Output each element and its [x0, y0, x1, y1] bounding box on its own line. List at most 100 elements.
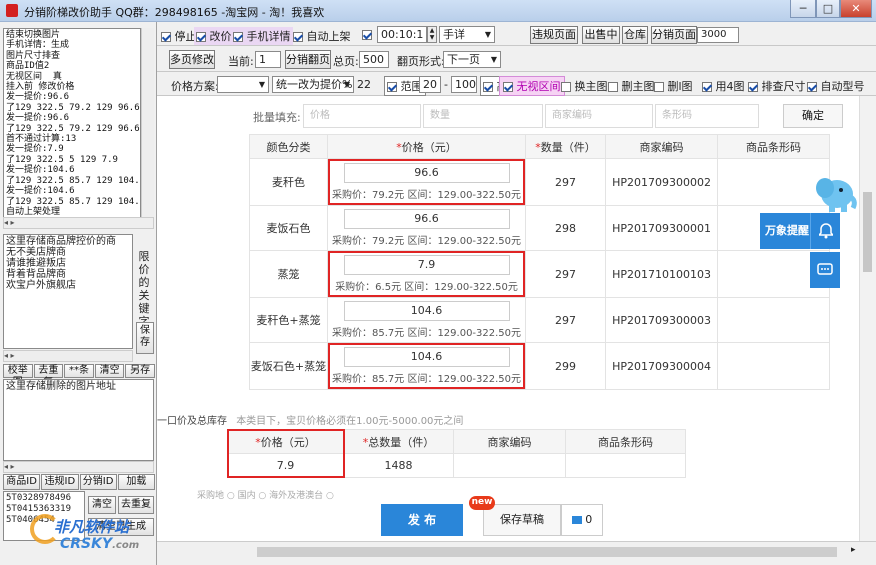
brand-hscrollbar[interactable]: ◂ ▸ — [3, 350, 133, 362]
auto-model-checkbox[interactable]: 自动型号 — [807, 78, 865, 94]
dist-page-button[interactable]: 分销页面 — [651, 26, 697, 44]
draft-count-box[interactable]: 0 — [561, 504, 603, 536]
flip-mode-select[interactable]: 下一页 ▼ — [443, 51, 501, 68]
mobile-label: 手机详情 — [246, 30, 291, 43]
percent-value[interactable]: 22 — [357, 78, 371, 91]
batch-fill-label: 批量填充: — [253, 111, 301, 124]
replace-main-checkbox[interactable]: 换主图 — [561, 78, 608, 94]
sku-code[interactable]: HP201709300003 — [605, 297, 719, 343]
sku-qty[interactable]: 299 — [525, 342, 607, 390]
delete-image-checkbox[interactable]: 删l图 — [654, 78, 693, 94]
dist-flip-button[interactable]: 分销翻页 — [285, 50, 331, 69]
sku-code[interactable]: HP201709300002 — [605, 158, 719, 206]
clear-tab[interactable]: 清空 — [94, 364, 125, 378]
sku-code[interactable]: HP201710100103 — [605, 250, 719, 298]
sku-price-input[interactable]: 104.6 — [343, 301, 510, 321]
sku-qty[interactable]: 297 — [525, 158, 607, 206]
timer-spinner[interactable]: ▲ ▼ — [427, 26, 437, 43]
log-scrollbar[interactable] — [141, 28, 154, 228]
brand-list[interactable]: 这里存储商品牌控价的商 无不美店牌商 请谁推避叛店 背着背品牌商 欢宝户外旗舰店 — [3, 234, 133, 349]
chevron-right-icon[interactable]: ▸ — [851, 545, 856, 555]
timer-checkbox[interactable] — [362, 28, 372, 41]
mobile-detail-checkbox[interactable]: 手机详情 — [231, 27, 293, 45]
batch-qty-input[interactable]: 数量 — [423, 104, 543, 128]
range-min-input[interactable]: 20 — [419, 76, 441, 93]
log-line: 发一提价:96.6 — [6, 113, 70, 124]
batch-price-input[interactable]: 价格 — [303, 104, 421, 128]
save-keyword-button[interactable]: 保存 — [136, 322, 154, 354]
chat-icon[interactable] — [810, 252, 840, 288]
url-hscrollbar[interactable]: ◂ ▸ — [3, 461, 154, 473]
horizontal-scrollbar[interactable]: ▸ — [157, 541, 876, 565]
log-line: 图片尺寸排查 — [6, 50, 61, 61]
range-max-input[interactable]: 100 — [451, 76, 477, 93]
deleted-image-list[interactable]: 这里存储删除的图片地址 — [3, 379, 154, 461]
violation-page-button[interactable]: 违规页面 — [530, 26, 578, 44]
tab-violation-id[interactable]: 违规ID — [41, 474, 79, 490]
check-size-checkbox[interactable]: 排查尺寸 — [748, 78, 806, 94]
on-sale-button[interactable]: 出售中 — [582, 26, 620, 44]
wanxiang-remind-button[interactable]: 万象提醒 — [760, 213, 814, 249]
warehouse-button[interactable]: 仓库 — [622, 26, 648, 44]
log-line: 挂入前 修改价格 — [6, 82, 75, 93]
scheme-select[interactable]: ▼ — [217, 76, 269, 93]
ignore-range-checkbox[interactable]: 无视区间 — [499, 76, 565, 96]
close-button[interactable]: ✕ — [840, 0, 872, 18]
replace-main-label: 换主图 — [574, 80, 608, 93]
stop-checkbox[interactable]: 停止 — [161, 28, 197, 44]
tab-product-id[interactable]: 商品ID — [3, 474, 41, 490]
sku-code[interactable]: HP201709300004 — [605, 342, 719, 390]
sku-price-input[interactable]: 7.9 — [343, 255, 510, 275]
batch-confirm-button[interactable]: 确定 — [783, 104, 843, 128]
scrollbar-thumb[interactable] — [863, 192, 872, 272]
mode-select[interactable]: 手详 ▼ — [439, 26, 495, 43]
brand-line: 这里存储商品牌控价的商 — [6, 236, 116, 247]
bell-icon[interactable] — [810, 213, 840, 249]
left-panel: 结束切换图片 手机详情：生成 图片尺寸排查 商品ID值2 无视区间 真挂入前 修改价格发… — [0, 22, 157, 565]
sku-qty[interactable]: 297 — [525, 250, 607, 298]
sku-code[interactable]: HP201709300001 — [605, 205, 719, 251]
current-page-input[interactable]: 1 — [255, 51, 281, 68]
hscroll-thumb[interactable] — [257, 547, 837, 557]
chevron-down-icon: ▼ — [258, 80, 265, 89]
minimize-button[interactable]: ─ — [790, 0, 816, 18]
reprice-checkbox[interactable]: 改价 — [194, 27, 234, 45]
tab-image[interactable]: 校举图 — [3, 364, 33, 388]
batch-code-input[interactable]: 商家编码 — [545, 104, 653, 128]
saveas-tab[interactable]: 另存 — [125, 364, 155, 378]
use4-checkbox[interactable]: 用4图 — [702, 78, 745, 94]
timer-input[interactable]: 00:10:1 — [377, 26, 427, 43]
unify-select[interactable]: 统一改为提价% ▼ — [272, 76, 354, 93]
brand-line: 无不美店牌商 — [6, 247, 66, 258]
page-count-input[interactable]: 3000 — [697, 27, 739, 43]
sku-price-input[interactable]: 104.6 — [343, 347, 510, 367]
publish-button[interactable]: 发 布 — [381, 504, 463, 536]
count-tab[interactable]: **条 — [64, 364, 94, 378]
auto-model-label: 自动型号 — [820, 80, 865, 93]
log-line: 了129 322.5 79.2 129 96.6 — [6, 102, 140, 113]
delete-main-checkbox[interactable]: 删主图 — [608, 78, 655, 94]
dedup-tab[interactable]: 去重复 — [33, 364, 64, 388]
sku-qty[interactable]: 297 — [525, 297, 607, 343]
log-textbox[interactable]: 结束切换图片 手机详情：生成 图片尺寸排查 商品ID值2 无视区间 真挂入前 修改价格发… — [3, 28, 141, 228]
sku-price-input[interactable]: 96.6 — [343, 209, 510, 229]
save-draft-button[interactable]: 保存草稿 — [483, 504, 561, 536]
total-pages-input[interactable]: 500 — [359, 51, 389, 68]
sku-price-input[interactable]: 96.6 — [343, 163, 510, 183]
multi-page-button[interactable]: 多页修改 — [169, 50, 215, 69]
tab-dist-id[interactable]: 分销ID — [79, 474, 117, 490]
maximize-button[interactable]: □ — [816, 0, 840, 18]
batch-barcode-input[interactable]: 条形码 — [655, 104, 759, 128]
sku-qty[interactable]: 298 — [525, 205, 607, 251]
watermark-dotcom: .com — [112, 540, 140, 551]
sku-barcode[interactable] — [717, 297, 831, 343]
autolist-checkbox[interactable]: 自动上架 — [293, 28, 351, 44]
delete-image-check-icon — [654, 82, 664, 92]
load-button[interactable]: 加载 — [117, 474, 155, 490]
summary-code[interactable] — [453, 453, 566, 478]
content-scrollbar[interactable] — [859, 96, 876, 541]
log-hscrollbar[interactable]: ◂ ▸ — [3, 217, 154, 229]
summary-barcode[interactable] — [565, 453, 686, 478]
watermark-en-text: CRSKY — [60, 536, 113, 552]
sku-barcode[interactable] — [717, 342, 831, 390]
